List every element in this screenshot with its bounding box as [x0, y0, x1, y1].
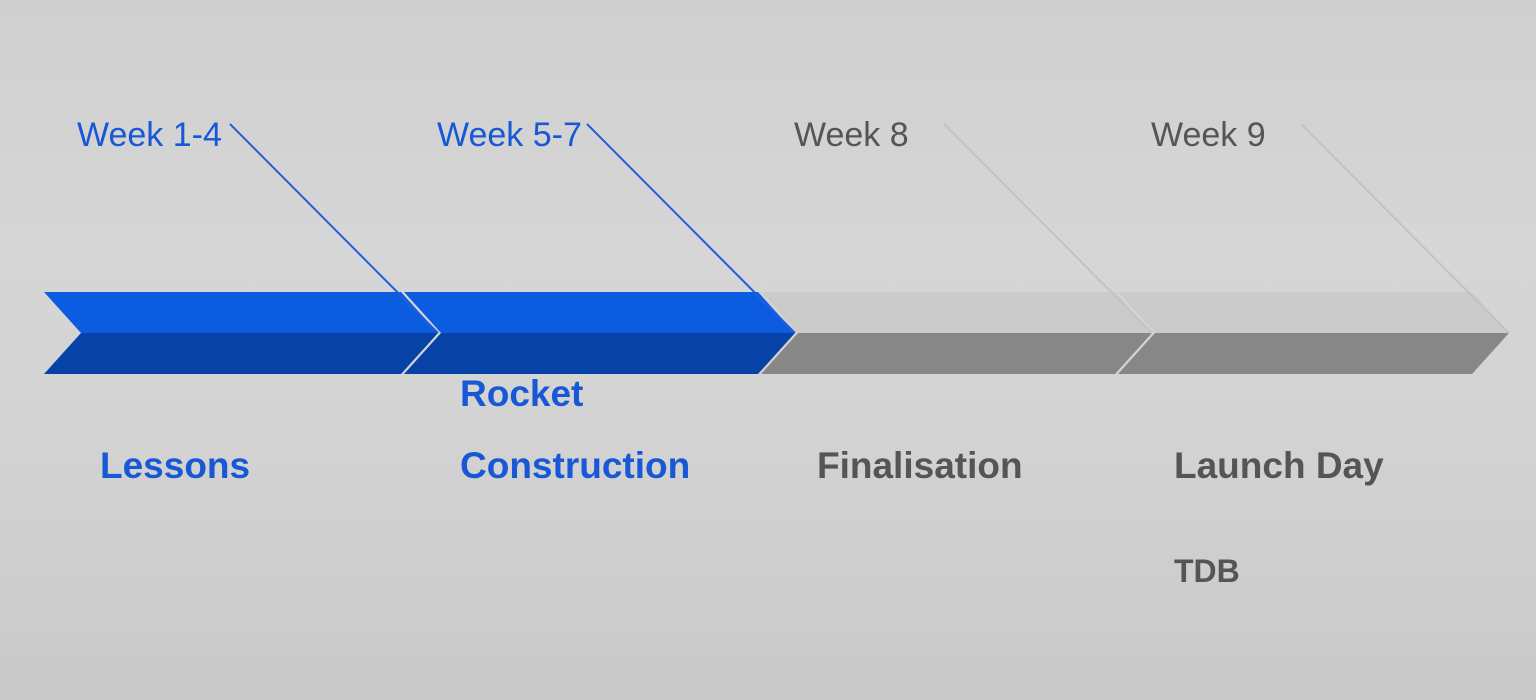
chevron-segment-1-top	[44, 292, 438, 333]
chevron-segment-1-bottom	[44, 333, 438, 374]
phase-title-line: Finalisation	[817, 445, 1023, 486]
chevron-segment-3-bottom	[761, 333, 1152, 374]
week-label-3: Week 8	[794, 116, 909, 154]
phase-title-line: Launch Day	[1174, 445, 1384, 486]
chevron-segment-2-top	[404, 292, 795, 333]
chevron-segment-4-bottom	[1118, 333, 1509, 374]
phase-title-line: Lessons	[100, 445, 251, 486]
phase-title-4: Launch Day	[1174, 430, 1514, 502]
phase-title-line: Rocket	[460, 373, 584, 414]
phase-title-3: Finalisation	[817, 430, 1157, 502]
week-label-4: Week 9	[1151, 116, 1266, 154]
week-label-2: Week 5-7	[437, 116, 582, 154]
week-label-1: Week 1-4	[77, 116, 222, 154]
chevron-segment-4-top	[1118, 292, 1509, 333]
chevron-segment-3-top	[761, 292, 1152, 333]
phase-title-2: Rocket Construction	[460, 358, 800, 502]
phase-title-1: Lessons	[100, 430, 440, 502]
timeline-arrow	[44, 123, 1510, 374]
phase-note-4: TDB	[1174, 553, 1240, 589]
phase-title-line: Construction	[460, 445, 691, 486]
